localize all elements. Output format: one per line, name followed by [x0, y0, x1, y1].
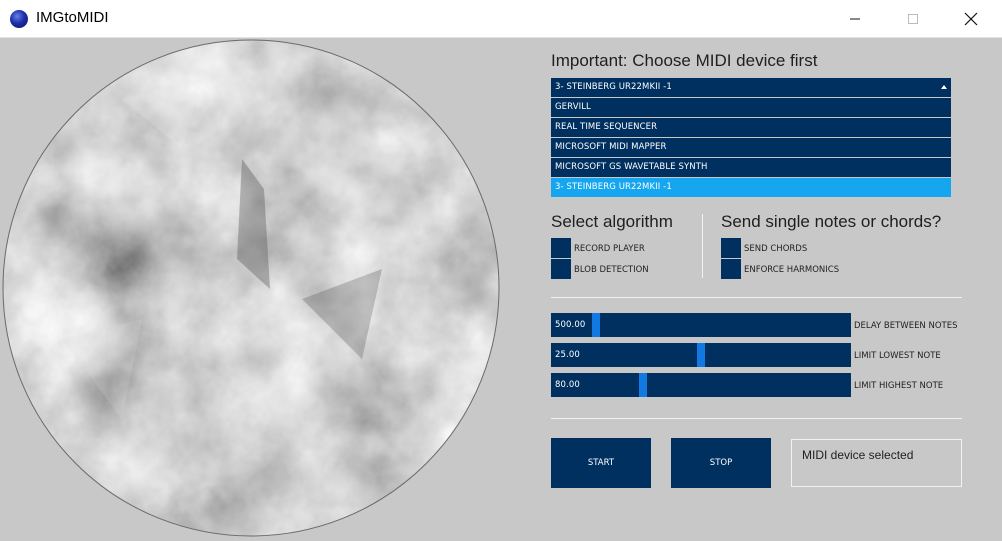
- blob-detection-label: BLOB DETECTION: [574, 265, 649, 275]
- slider-handle[interactable]: [639, 373, 647, 397]
- record-player-checkbox[interactable]: [551, 238, 571, 258]
- section-divider-vertical: [702, 214, 703, 278]
- enforce-harmonics-label: ENFORCE HARMONICS: [744, 265, 840, 275]
- start-button-label: START: [587, 458, 615, 468]
- delay-slider-label: DELAY BETWEEN NOTES: [854, 321, 958, 331]
- midi-option-label: GERVILL: [555, 102, 591, 112]
- midi-option-midi-mapper[interactable]: MICROSOFT MIDI MAPPER: [551, 138, 951, 157]
- midi-device-list: GERVILL REAL TIME SEQUENCER MICROSOFT MI…: [551, 98, 951, 198]
- highest-note-slider-label: LIMIT HIGHEST NOTE: [854, 381, 944, 391]
- chevron-up-icon[interactable]: [941, 85, 947, 89]
- midi-option-label: MICROSOFT MIDI MAPPER: [555, 142, 667, 152]
- midi-option-label: MICROSOFT GS WAVETABLE SYNTH: [555, 162, 708, 172]
- minimize-icon: [850, 18, 860, 20]
- send-chords-label: SEND CHORDS: [744, 244, 808, 254]
- image-preview: [2, 39, 500, 537]
- start-button[interactable]: START: [551, 438, 651, 488]
- midi-option-gs-wavetable[interactable]: MICROSOFT GS WAVETABLE SYNTH: [551, 158, 951, 177]
- lowest-note-slider-label: LIMIT LOWEST NOTE: [854, 351, 941, 361]
- highest-note-slider-value: 80.00: [555, 380, 580, 390]
- divider: [551, 297, 962, 298]
- delay-slider[interactable]: 500.00: [551, 313, 851, 337]
- enforce-harmonics-checkbox[interactable]: [721, 259, 741, 279]
- close-icon: [964, 12, 978, 26]
- minimize-button[interactable]: [826, 0, 884, 38]
- image-preview-canvas: [2, 39, 500, 537]
- midi-option-gervill[interactable]: GERVILL: [551, 98, 951, 117]
- send-chords-checkbox[interactable]: [721, 238, 741, 258]
- app-logo-icon: [10, 10, 28, 28]
- midi-option-real-time-sequencer[interactable]: REAL TIME SEQUENCER: [551, 118, 951, 137]
- maximize-button[interactable]: [884, 0, 942, 38]
- notes-heading: Send single notes or chords?: [721, 212, 942, 231]
- window-title: IMGtoMIDI: [36, 9, 109, 26]
- stop-button[interactable]: STOP: [671, 438, 771, 488]
- highest-note-slider[interactable]: 80.00: [551, 373, 851, 397]
- midi-option-steinberg[interactable]: 3- STEINBERG UR22MKII -1: [551, 178, 951, 197]
- midi-device-selected: 3- STEINBERG UR22MKII -1: [555, 82, 672, 92]
- main-panel: Important: Choose MIDI device first 3- S…: [0, 38, 1002, 539]
- blob-detection-checkbox[interactable]: [551, 259, 571, 279]
- stop-button-label: STOP: [709, 458, 733, 468]
- lowest-note-slider[interactable]: 25.00: [551, 343, 851, 367]
- record-player-label: RECORD PLAYER: [574, 244, 645, 254]
- midi-option-label: REAL TIME SEQUENCER: [555, 122, 658, 132]
- midi-device-dropdown[interactable]: 3- STEINBERG UR22MKII -1: [551, 78, 951, 97]
- midi-option-label: 3- STEINBERG UR22MKII -1: [555, 182, 672, 192]
- algorithm-heading: Select algorithm: [551, 212, 673, 231]
- delay-slider-value: 500.00: [555, 320, 586, 330]
- midi-heading: Important: Choose MIDI device first: [551, 51, 818, 70]
- lowest-note-slider-value: 25.00: [555, 350, 580, 360]
- close-button[interactable]: [942, 0, 1000, 38]
- status-box: MIDI device selected: [791, 439, 962, 487]
- maximize-icon: [908, 14, 918, 24]
- status-text: MIDI device selected: [802, 448, 914, 462]
- slider-handle[interactable]: [592, 313, 600, 337]
- divider: [551, 418, 962, 419]
- slider-handle[interactable]: [697, 343, 705, 367]
- title-bar: IMGtoMIDI: [0, 0, 1002, 38]
